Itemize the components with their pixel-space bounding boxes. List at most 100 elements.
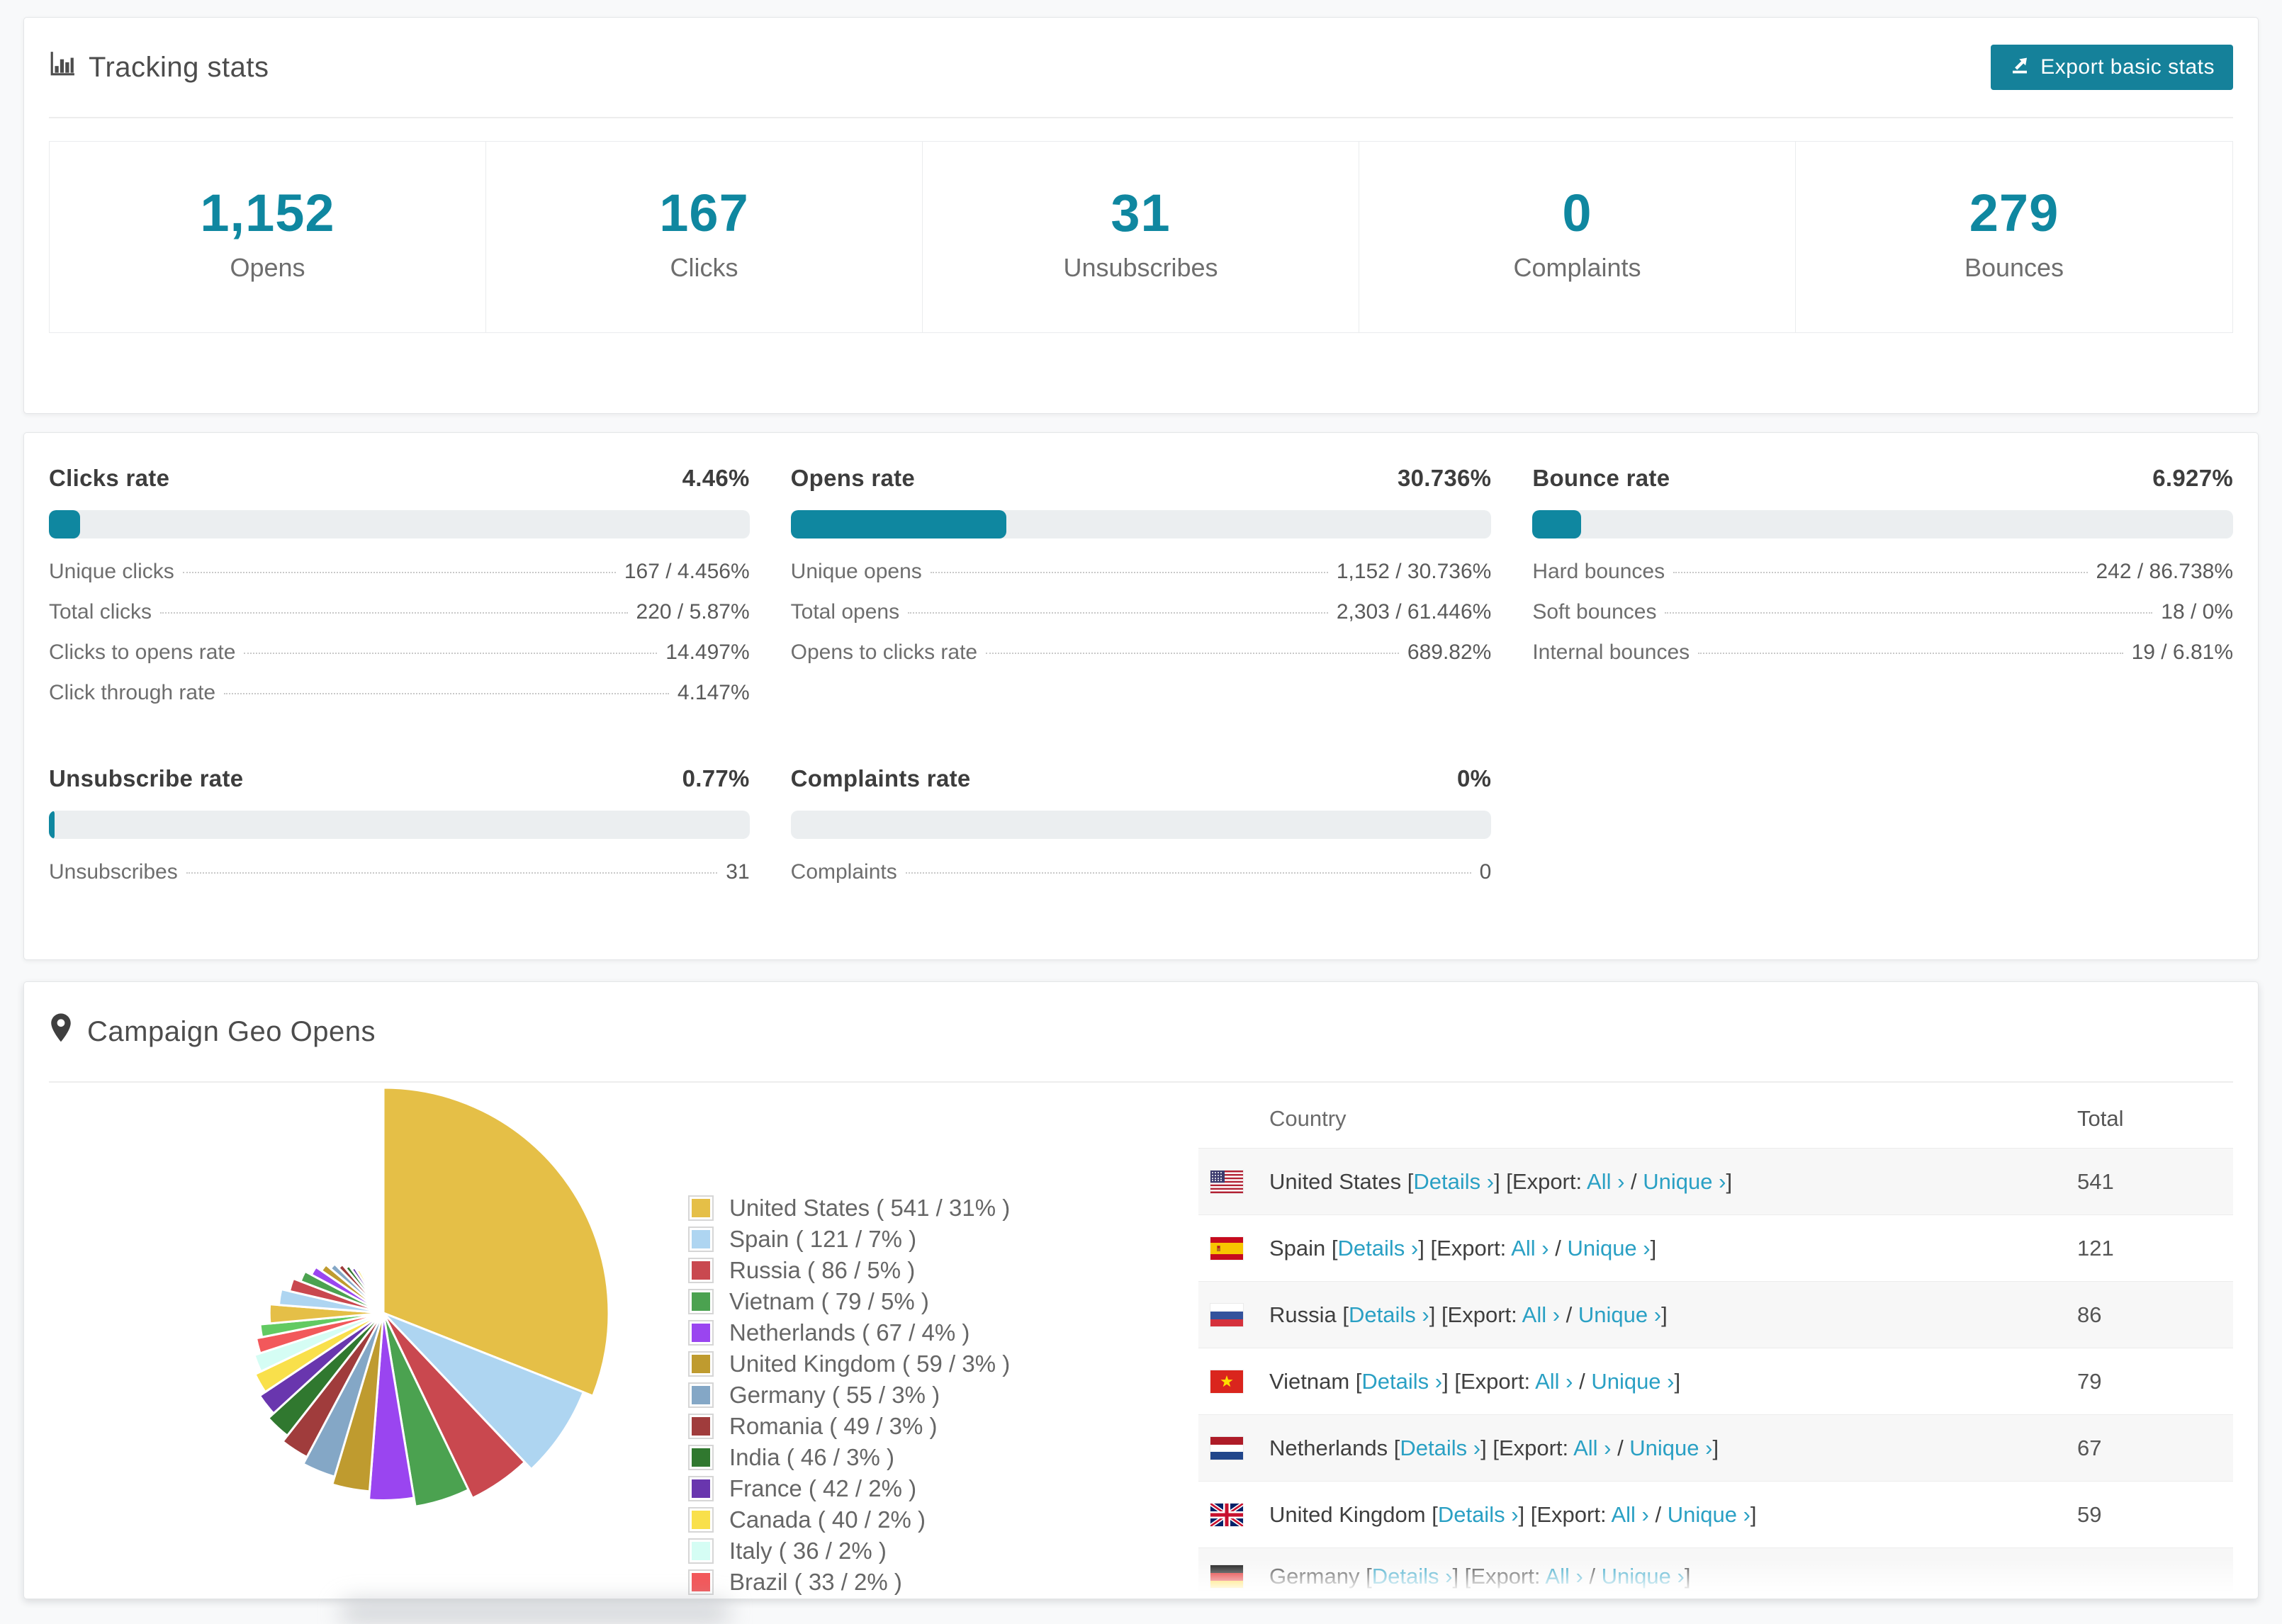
legend-item[interactable]: India ( 46 / 3% ) (688, 1442, 1010, 1473)
legend-item[interactable]: France ( 42 / 2% ) (688, 1473, 1010, 1504)
opens-rate-bar (790, 510, 1492, 538)
export-unique-link[interactable]: Unique › (1668, 1502, 1750, 1527)
complaints-rate-value: 0% (1457, 765, 1492, 791)
details-link[interactable]: Details › (1438, 1502, 1519, 1527)
stat-row: Unsubscribes 31 (49, 860, 750, 884)
export-all-link[interactable]: All › (1522, 1302, 1560, 1327)
geo-opens-title: Campaign Geo Opens (87, 1015, 376, 1047)
stat-row: Click through rate 4.147% (49, 681, 750, 704)
country-flag-icon (1210, 1170, 1243, 1193)
table-row: Netherlands [Details ›] [Export: All › /… (1198, 1414, 2233, 1481)
table-row: Germany [Details ›] [Export: All › / Uni… (1198, 1547, 2233, 1598)
legend-swatch (688, 1227, 714, 1252)
opens-rate-panel: Opens rate 30.736% Unique opens 1,152 / 3… (790, 465, 1492, 721)
row-total: 59 (2077, 1501, 2102, 1527)
stat-row: Total clicks 220 / 5.87% (49, 600, 750, 624)
export-unique-link[interactable]: Unique › (1629, 1436, 1712, 1460)
row-total: 67 (2077, 1435, 2102, 1460)
stat-row: Complaints 0 (790, 860, 1492, 884)
legend-swatch (688, 1258, 714, 1283)
legend-item[interactable]: Italy ( 36 / 2% ) (688, 1535, 1010, 1567)
legend-item[interactable]: Vietnam ( 79 / 5% ) (688, 1286, 1010, 1317)
campaign-geo-opens-card: Campaign Geo Opens United States ( 541 /… (23, 981, 2259, 1599)
export-unique-link[interactable]: Unique › (1567, 1236, 1650, 1261)
country-flag-icon (1210, 1565, 1243, 1588)
export-unique-link[interactable]: Unique › (1591, 1369, 1674, 1394)
details-link[interactable]: Details › (1372, 1564, 1453, 1589)
legend-item[interactable]: Romania ( 49 / 3% ) (688, 1411, 1010, 1442)
table-row: Spain [Details ›] [Export: All › / Uniqu… (1198, 1214, 2233, 1281)
page-title: Tracking stats (89, 51, 269, 83)
legend-swatch (688, 1538, 714, 1564)
legend-item[interactable]: Germany ( 55 / 3% ) (688, 1380, 1010, 1411)
pie-legend: United States ( 541 / 31% ) Spain ( 121 … (688, 1192, 1010, 1599)
stat-complaints: 0 Complaints (1359, 142, 1796, 332)
unsubscribe-rate-bar (49, 811, 750, 839)
country-flag-icon (1210, 1370, 1243, 1393)
stat-bounces: 279 Bounces (1796, 142, 2232, 332)
stat-opens-label: Opens (230, 253, 305, 282)
legend-item[interactable]: Netherlands ( 67 / 4% ) (688, 1317, 1010, 1348)
row-total: 79 (2077, 1368, 2102, 1394)
details-link[interactable]: Details › (1400, 1436, 1480, 1460)
stat-row: Opens to clicks rate 689.82% (790, 641, 1492, 664)
export-all-link[interactable]: All › (1535, 1369, 1573, 1394)
complaints-rate-panel: Complaints rate 0% Complaints 0 (790, 765, 1492, 901)
row-total: 121 (2077, 1235, 2114, 1261)
export-basic-stats-button[interactable]: Export basic stats (1991, 45, 2233, 90)
stat-complaints-label: Complaints (1513, 253, 1641, 282)
stat-row: Unique clicks 167 / 4.456% (49, 560, 750, 583)
details-link[interactable]: Details › (1361, 1369, 1442, 1394)
tracking-stats-title: Tracking stats (49, 50, 269, 84)
export-all-link[interactable]: All › (1573, 1436, 1611, 1460)
geo-opens-pie-chart[interactable] (142, 1072, 624, 1554)
stat-row: Total opens 2,303 / 61.446% (790, 600, 1492, 624)
row-total: 86 (2077, 1302, 2102, 1327)
export-all-link[interactable]: All › (1611, 1502, 1648, 1527)
table-row: Vietnam [Details ›] [Export: All › / Uni… (1198, 1348, 2233, 1414)
row-total: 541 (2077, 1168, 2114, 1194)
stat-row: Unique opens 1,152 / 30.736% (790, 560, 1492, 583)
stat-row: Soft bounces 18 / 0% (1532, 600, 2233, 624)
rates-card: Clicks rate 4.46% Unique clicks 167 / 4.4… (23, 432, 2259, 960)
stat-row: Internal bounces 19 / 6.81% (1532, 641, 2233, 664)
legend-item[interactable]: South Africa ( 29 / 2% ) (688, 1598, 1010, 1599)
tracking-stats-card: Tracking stats Export basic stats 1,152 … (23, 17, 2259, 414)
export-unique-link[interactable]: Unique › (1578, 1302, 1661, 1327)
legend-swatch (688, 1476, 714, 1501)
country-flag-icon (1210, 1303, 1243, 1326)
legend-item[interactable]: United Kingdom ( 59 / 3% ) (688, 1348, 1010, 1380)
legend-item[interactable]: Spain ( 121 / 7% ) (688, 1224, 1010, 1255)
legend-item[interactable]: United States ( 541 / 31% ) (688, 1192, 1010, 1224)
export-unique-link[interactable]: Unique › (1602, 1564, 1685, 1589)
legend-swatch (688, 1351, 714, 1377)
tracking-stats-header: Tracking stats Export basic stats (49, 18, 2233, 118)
export-all-link[interactable]: All › (1511, 1236, 1548, 1261)
legend-swatch (688, 1507, 714, 1533)
stat-row: Hard bounces 242 / 86.738% (1532, 560, 2233, 583)
country-column-header: Country (1269, 1106, 1347, 1131)
details-link[interactable]: Details › (1413, 1169, 1494, 1194)
legend-item[interactable]: Russia ( 86 / 5% ) (688, 1255, 1010, 1286)
details-link[interactable]: Details › (1349, 1302, 1429, 1327)
map-pin-icon (49, 1013, 73, 1051)
legend-item[interactable]: Brazil ( 33 / 2% ) (688, 1567, 1010, 1598)
stat-complaints-value: 0 (1562, 184, 1592, 242)
unsubscribe-rate-panel: Unsubscribe rate 0.77% Unsubscribes 31 (49, 765, 750, 901)
stats-summary-grid: 1,152 Opens 167 Clicks 31 Unsubscribes 0… (49, 141, 2233, 333)
table-row: United Kingdom [Details ›] [Export: All … (1198, 1481, 2233, 1547)
export-all-link[interactable]: All › (1545, 1564, 1583, 1589)
bounce-rate-value: 6.927% (2152, 465, 2233, 491)
opens-rate-value: 30.736% (1397, 465, 1492, 491)
stat-clicks-value: 167 (659, 184, 749, 242)
legend-item[interactable]: Canada ( 40 / 2% ) (688, 1504, 1010, 1535)
stat-clicks: 167 Clicks (486, 142, 923, 332)
export-unique-link[interactable]: Unique › (1643, 1169, 1726, 1194)
details-link[interactable]: Details › (1338, 1236, 1419, 1261)
stat-row: Clicks to opens rate 14.497% (49, 641, 750, 664)
stat-bounces-value: 279 (1969, 184, 2059, 242)
export-all-link[interactable]: All › (1587, 1169, 1624, 1194)
clicks-rate-value: 4.46% (682, 465, 750, 491)
bounce-rate-panel: Bounce rate 6.927% Hard bounces 242 / 86.… (1532, 465, 2233, 721)
unsubscribe-rate-value: 0.77% (682, 765, 750, 791)
